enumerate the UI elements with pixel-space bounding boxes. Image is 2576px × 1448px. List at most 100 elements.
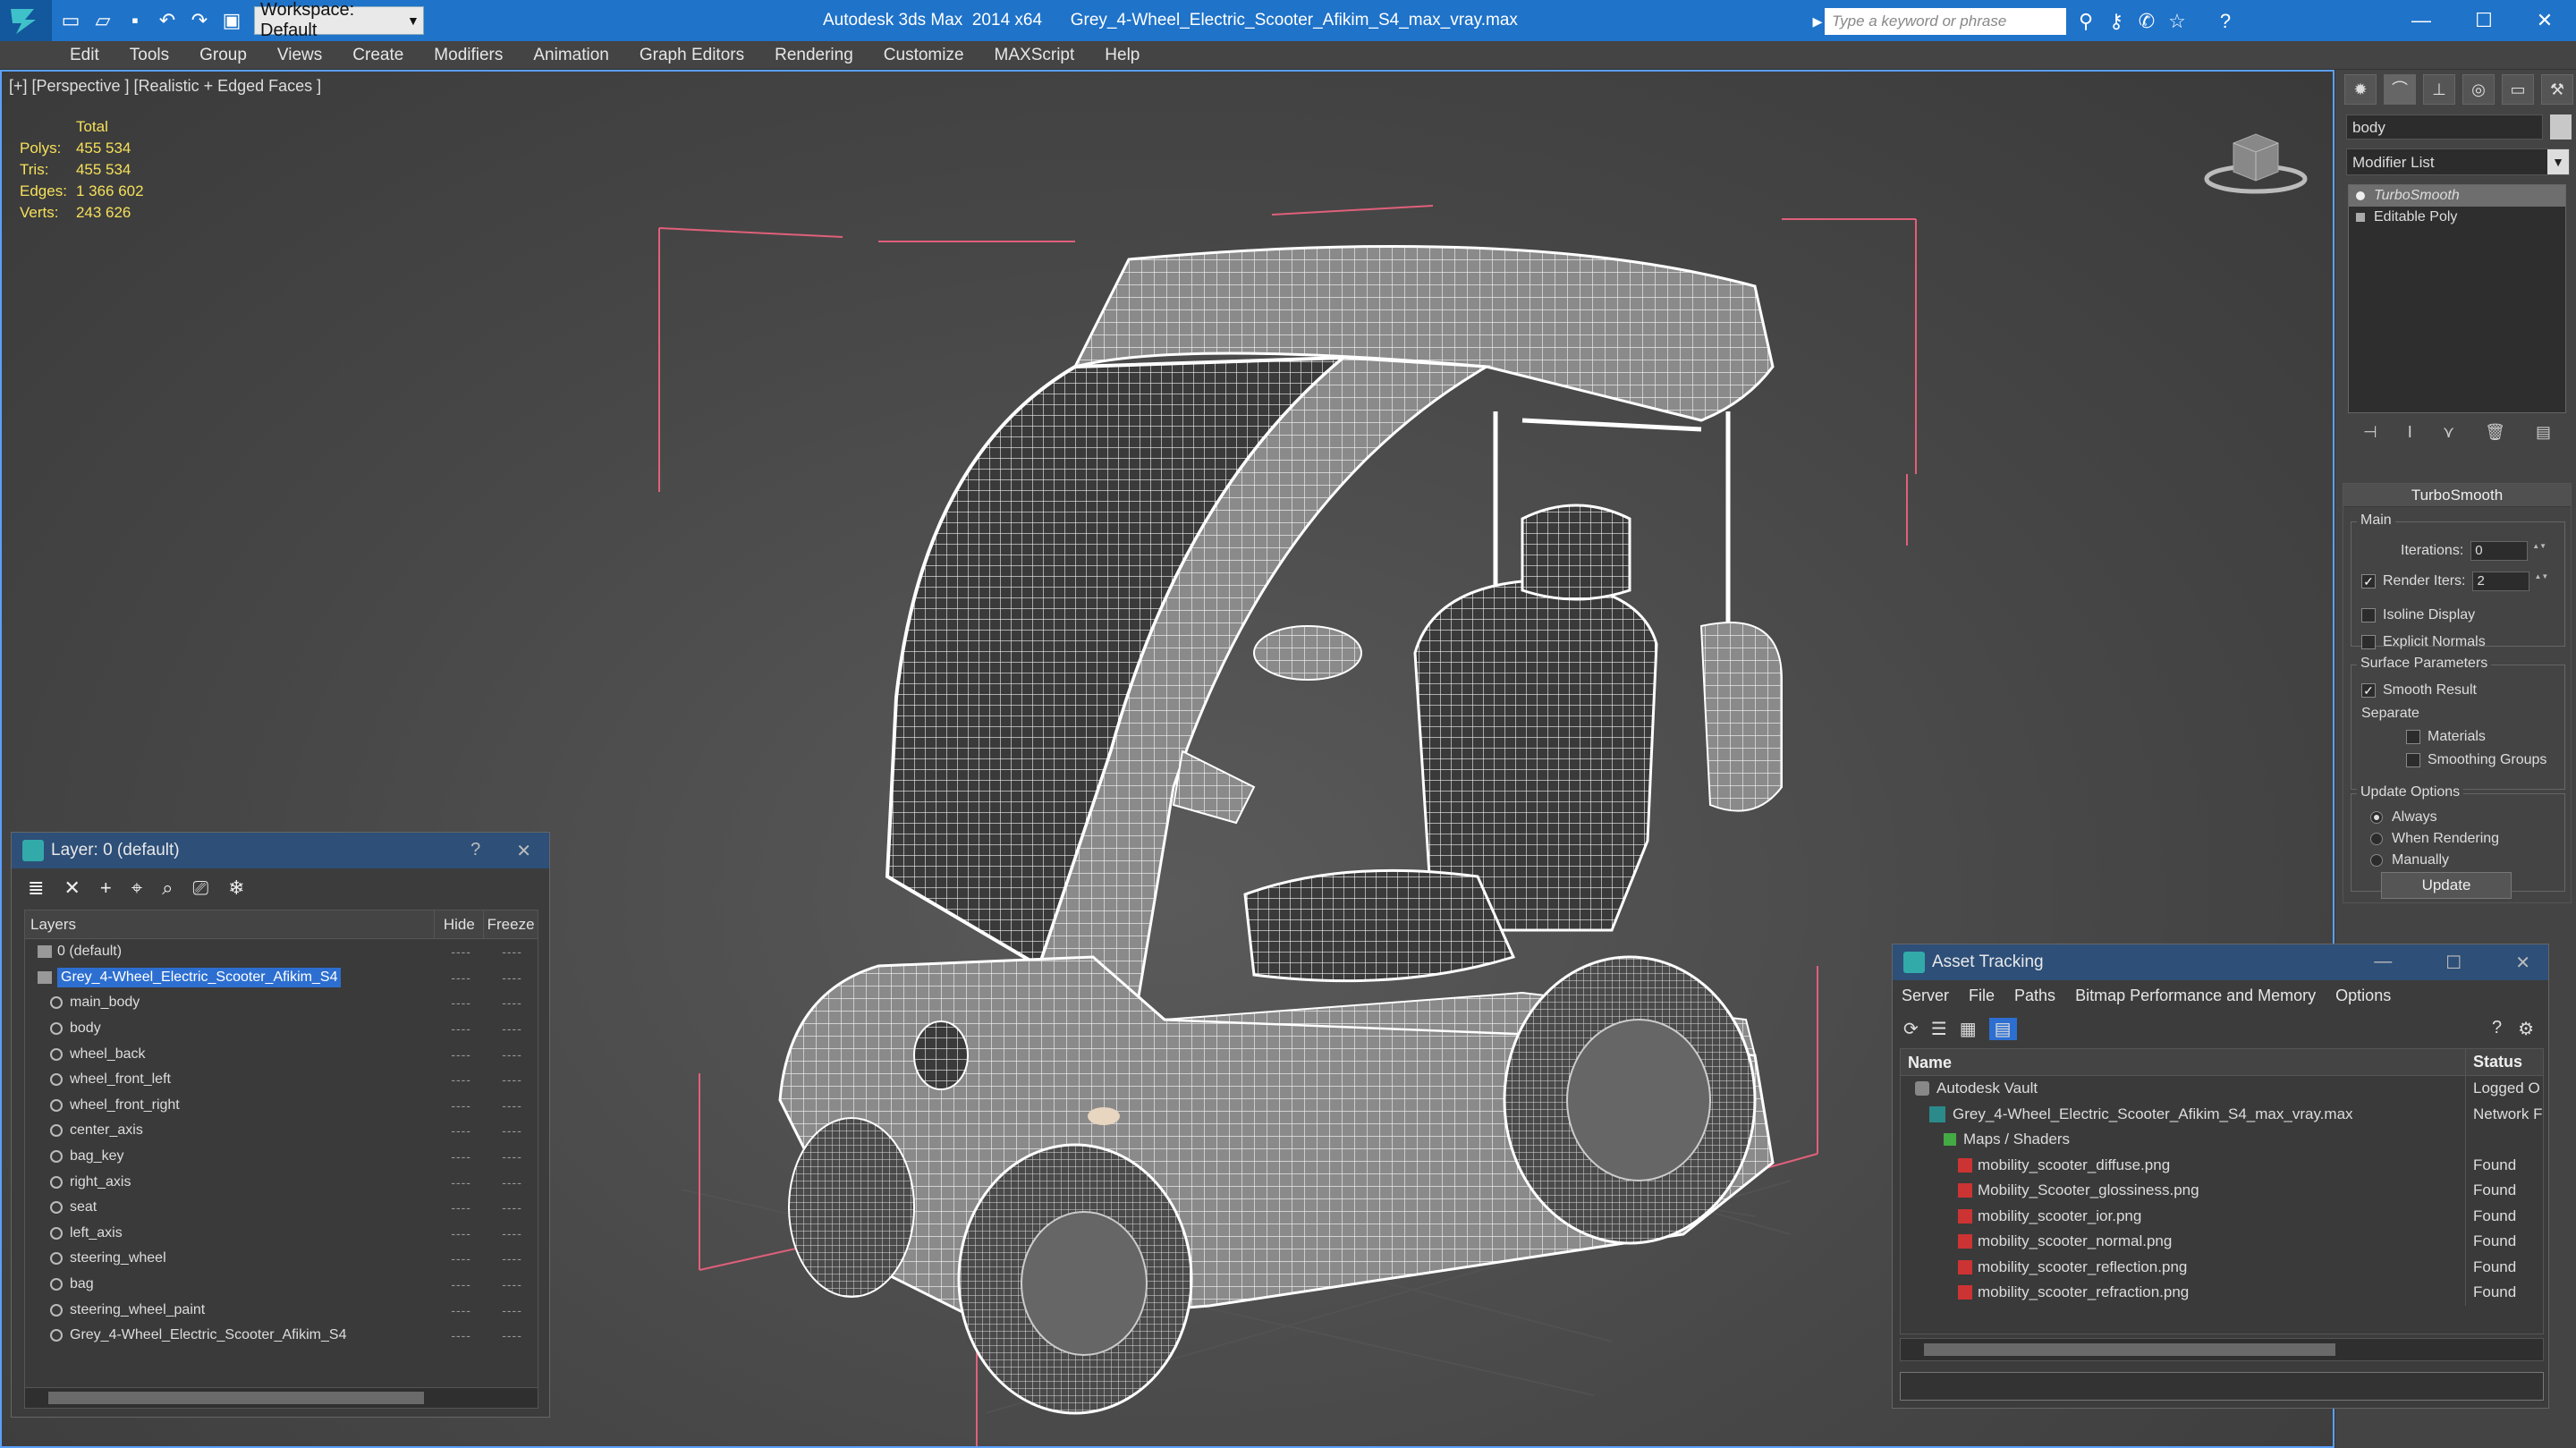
when-rendering-radio[interactable] — [2370, 833, 2383, 845]
layer-row[interactable]: bag_key ---- ---- — [25, 1144, 538, 1170]
object-color-swatch[interactable] — [2550, 114, 2572, 140]
close-icon[interactable]: ✕ — [2515, 952, 2530, 974]
asset-row[interactable]: Maps / Shaders — [1901, 1127, 2543, 1153]
column-hide[interactable]: Hide — [435, 910, 485, 938]
hide-toggle[interactable]: ---- — [436, 1277, 487, 1291]
menu-bitmap-performance[interactable]: Bitmap Performance and Memory — [2075, 987, 2316, 1005]
freeze-toggle[interactable]: ---- — [487, 1149, 538, 1164]
layer-row[interactable]: wheel_front_left ---- ---- — [25, 1067, 538, 1093]
isoline-checkbox[interactable] — [2361, 608, 2376, 622]
scrollbar-thumb[interactable] — [48, 1392, 424, 1404]
freeze-toggle[interactable]: ---- — [487, 1200, 538, 1215]
hide-toggle[interactable]: ---- — [436, 1047, 487, 1062]
menu-animation[interactable]: Animation — [533, 46, 609, 65]
freeze-toggle[interactable]: ---- — [487, 1021, 538, 1036]
asset-row[interactable]: mobility_scooter_ior.png Found — [1901, 1203, 2543, 1229]
pin-stack-icon[interactable]: ⊣ — [2363, 423, 2377, 442]
subscription-icon[interactable]: ⚷ — [2104, 9, 2129, 34]
asset-tracking-title-bar[interactable]: Asset Tracking — ☐ ✕ — [1893, 944, 2548, 980]
menu-group[interactable]: Group — [199, 46, 247, 65]
minimize-icon[interactable]: — — [2374, 952, 2392, 974]
layer-row[interactable]: bag ---- ---- — [25, 1272, 538, 1298]
binoculars-icon[interactable]: ⚲ — [2073, 9, 2098, 34]
layer-row[interactable]: main_body ---- ---- — [25, 990, 538, 1016]
asset-row[interactable]: mobility_scooter_reflection.png Found — [1901, 1254, 2543, 1280]
menu-options[interactable]: Options — [2335, 987, 2391, 1005]
utilities-tab-icon[interactable]: ⚒ — [2541, 74, 2573, 105]
help-icon[interactable]: ? — [2213, 9, 2238, 34]
smooth-result-checkbox[interactable]: ✓ — [2361, 683, 2376, 698]
freeze-toggle[interactable]: ---- — [487, 1251, 538, 1266]
always-radio[interactable] — [2370, 811, 2383, 824]
refresh-icon[interactable]: ⟳ — [1903, 1018, 1919, 1040]
menu-file[interactable]: File — [1969, 987, 1995, 1005]
maximize-icon[interactable]: ☐ — [2453, 0, 2515, 41]
list-view-icon[interactable]: ☰ — [1931, 1018, 1947, 1040]
hide-toggle[interactable]: ---- — [436, 1226, 487, 1241]
help-button[interactable]: ? — [470, 840, 480, 862]
object-name-field[interactable]: body — [2346, 114, 2543, 140]
asset-path-field[interactable] — [1900, 1372, 2544, 1401]
menu-tools[interactable]: Tools — [130, 46, 169, 65]
column-layers[interactable]: Layers — [25, 910, 436, 938]
hide-toggle[interactable]: ---- — [436, 1251, 487, 1266]
layer-row[interactable]: wheel_back ---- ---- — [25, 1041, 538, 1067]
iterations-spinner[interactable]: 0 — [2470, 541, 2541, 561]
menu-create[interactable]: Create — [352, 46, 403, 65]
motion-tab-icon[interactable]: ◎ — [2462, 74, 2495, 105]
column-status[interactable]: Status — [2466, 1053, 2522, 1071]
hide-toggle[interactable]: ---- — [436, 1328, 487, 1342]
stack-item-editable-poly[interactable]: Editable Poly — [2349, 207, 2565, 228]
freeze-toggle[interactable]: ---- — [487, 1047, 538, 1062]
maximize-icon[interactable]: ☐ — [2445, 952, 2462, 974]
menu-help[interactable]: Help — [1105, 46, 1140, 65]
delete-layer-icon[interactable]: ✕ — [64, 876, 80, 900]
menu-views[interactable]: Views — [277, 46, 322, 65]
asset-row[interactable]: mobility_scooter_refraction.png Found — [1901, 1280, 2543, 1306]
freeze-toggle[interactable]: ---- — [487, 1175, 538, 1190]
smoothing-groups-checkbox[interactable] — [2406, 753, 2420, 767]
undo-icon[interactable]: ↶ — [154, 7, 181, 34]
close-button[interactable]: ✕ — [516, 840, 531, 862]
configure-sets-icon[interactable]: ▤ — [2536, 423, 2551, 442]
hide-toggle[interactable]: ---- — [436, 1098, 487, 1113]
freeze-toggle[interactable]: ---- — [487, 1303, 538, 1317]
layer-row[interactable]: seat ---- ---- — [25, 1195, 538, 1221]
favorites-star-icon[interactable]: ☆ — [2165, 9, 2190, 34]
menu-customize[interactable]: Customize — [884, 46, 964, 65]
modifier-list-dropdown[interactable]: Modifier List ▼ — [2346, 148, 2570, 175]
freeze-toggle[interactable]: ---- — [487, 995, 538, 1010]
search-input[interactable]: Type a keyword or phrase — [1825, 8, 2066, 35]
create-tab-icon[interactable]: ✹ — [2344, 74, 2377, 105]
asset-row[interactable]: Grey_4-Wheel_Electric_Scooter_Afikim_S4_… — [1901, 1101, 2543, 1127]
freeze-toggle[interactable]: ---- — [487, 1072, 538, 1087]
freeze-toggle[interactable]: ---- — [487, 970, 538, 985]
expand-icon[interactable] — [2356, 213, 2365, 222]
project-folder-icon[interactable]: ▣ — [218, 7, 245, 34]
display-tab-icon[interactable]: ▭ — [2502, 74, 2534, 105]
menu-maxscript[interactable]: MAXScript — [995, 46, 1075, 65]
rollout-title[interactable]: TurboSmooth — [2343, 484, 2571, 507]
menu-rendering[interactable]: Rendering — [775, 46, 853, 65]
open-file-icon[interactable]: ▱ — [89, 7, 116, 34]
hide-toggle[interactable]: ---- — [436, 1149, 487, 1164]
layer-row[interactable]: steering_wheel ---- ---- — [25, 1246, 538, 1272]
layer-row[interactable]: wheel_front_right ---- ---- — [25, 1093, 538, 1119]
hide-toggle[interactable]: ---- — [436, 1123, 487, 1138]
explicit-normals-checkbox[interactable] — [2361, 635, 2376, 649]
redo-icon[interactable]: ↷ — [186, 7, 213, 34]
layer-row[interactable]: Grey_4-Wheel_Electric_Scooter_Afikim_S4 -… — [25, 965, 538, 991]
minimize-icon[interactable]: — — [2390, 0, 2453, 41]
asset-row[interactable]: mobility_scooter_normal.png Found — [1901, 1229, 2543, 1255]
hide-toggle[interactable]: ---- — [436, 995, 487, 1010]
freeze-toggle[interactable]: ---- — [487, 1328, 538, 1342]
hide-toggle[interactable]: ---- — [436, 944, 487, 959]
viewport-label[interactable]: [+] [Perspective ] [Realistic + Edged Fa… — [9, 77, 321, 96]
new-file-icon[interactable]: ▭ — [57, 7, 84, 34]
select-objects-icon[interactable]: ⌖ — [131, 876, 142, 900]
viewcube-icon[interactable] — [2202, 116, 2318, 197]
help-icon[interactable]: ? — [2492, 1018, 2502, 1040]
freeze-toggle[interactable]: ---- — [487, 1123, 538, 1138]
scrollbar-thumb[interactable] — [1924, 1343, 2335, 1356]
lightbulb-icon[interactable] — [2356, 191, 2365, 200]
